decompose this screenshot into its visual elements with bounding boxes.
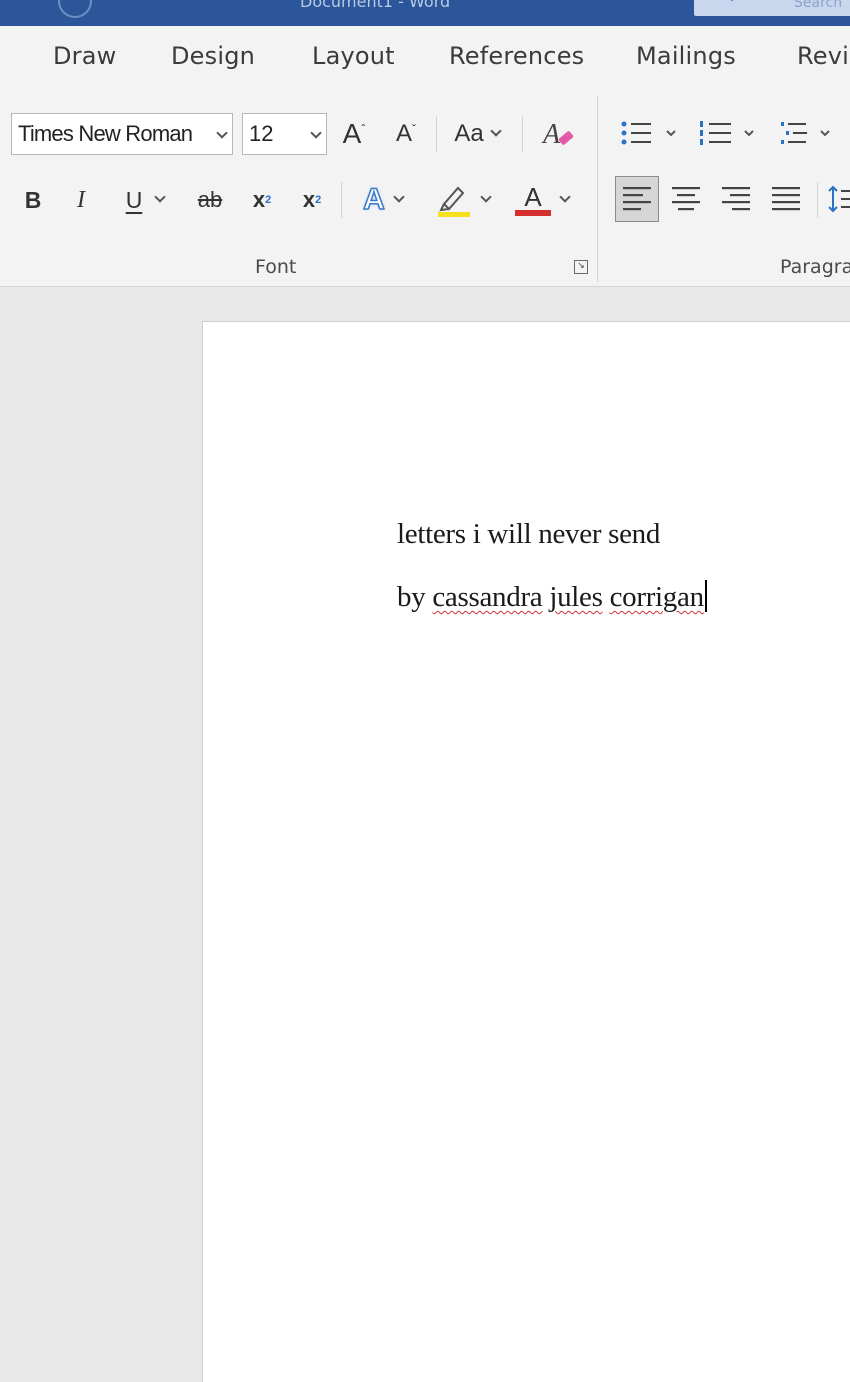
align-right-icon xyxy=(722,187,750,211)
italic-button[interactable]: I xyxy=(64,180,98,220)
bullets-button[interactable] xyxy=(618,114,682,154)
group-divider xyxy=(597,96,598,282)
grow-font-icon: A xyxy=(342,118,362,149)
grow-font-button[interactable]: Aˆ xyxy=(336,114,372,154)
search-label: Search xyxy=(794,0,843,11)
chevron-down-icon xyxy=(559,191,571,203)
align-center-button[interactable] xyxy=(666,176,706,222)
document-title-text: letters i will never send xyxy=(397,518,661,550)
separator xyxy=(817,182,818,218)
clear-formatting-button[interactable]: A xyxy=(536,114,580,154)
paragraph-group-label: Paragra xyxy=(780,256,850,278)
numbering-button[interactable] xyxy=(696,114,760,154)
underline-button[interactable]: U xyxy=(112,180,178,220)
text-effects-icon: A xyxy=(362,182,385,217)
subscript-marker: 2 xyxy=(265,194,272,206)
bold-icon: B xyxy=(24,186,42,213)
multilevel-list-icon xyxy=(781,122,830,144)
search-box[interactable]: Search xyxy=(694,0,850,16)
document-line-author[interactable]: by cassandra jules corrigan xyxy=(397,580,707,614)
separator xyxy=(341,182,342,218)
font-name-value: Times New Roman xyxy=(18,121,193,146)
chevron-down-icon xyxy=(216,127,228,139)
font-name-dropdown[interactable]: Times New Roman xyxy=(11,113,233,155)
align-right-button[interactable] xyxy=(716,176,756,222)
tab-mailings[interactable]: Mailings xyxy=(636,42,736,70)
search-icon xyxy=(730,0,740,2)
font-size-dropdown[interactable]: 12 xyxy=(242,113,327,155)
justify-icon xyxy=(772,187,800,211)
font-size-value: 12 xyxy=(249,121,274,146)
bold-button[interactable]: B xyxy=(16,180,50,220)
superscript-icon: x xyxy=(302,187,316,212)
document-title: Document1 - Word xyxy=(300,0,451,11)
tab-review[interactable]: Revi xyxy=(797,42,849,70)
chevron-down-icon xyxy=(393,191,405,203)
subscript-button[interactable]: x2 xyxy=(244,180,280,220)
font-color-letter: A xyxy=(524,182,542,212)
line-spacing-button[interactable] xyxy=(826,176,850,222)
tab-references[interactable]: References xyxy=(449,42,584,70)
ribbon-tabs: Draw Design Layout References Mailings R… xyxy=(0,26,850,92)
clear-formatting-icon: A xyxy=(541,119,574,150)
highlight-button[interactable] xyxy=(428,180,496,220)
separator xyxy=(522,116,523,152)
superscript-button[interactable]: x2 xyxy=(294,180,330,220)
document-page[interactable]: letters i will never send by cassandra j… xyxy=(202,321,850,1382)
font-group-label: Font xyxy=(255,256,297,278)
chevron-down-icon xyxy=(310,127,322,139)
chevron-down-icon xyxy=(490,125,502,137)
font-color-icon: A xyxy=(515,184,551,216)
chevron-down-icon xyxy=(154,191,166,203)
bullets-icon xyxy=(621,121,676,145)
font-color-button[interactable]: A xyxy=(508,180,576,220)
font-color-swatch xyxy=(515,210,551,216)
author-prefix: by xyxy=(397,581,433,613)
account-icon[interactable] xyxy=(58,0,92,18)
align-center-icon xyxy=(672,187,700,211)
italic-icon: I xyxy=(77,186,85,213)
align-left-button[interactable] xyxy=(615,176,659,222)
change-case-icon: Aa xyxy=(454,120,484,147)
separator xyxy=(436,116,437,152)
tab-layout[interactable]: Layout xyxy=(312,42,395,70)
spelling-flagged-word[interactable]: corrigan xyxy=(610,581,705,613)
justify-button[interactable] xyxy=(766,176,806,222)
document-canvas: letters i will never send by cassandra j… xyxy=(0,287,850,1382)
highlighter-icon xyxy=(438,186,470,217)
ribbon: Times New Roman 12 Aˆ Aˇ Aa A B I U ab x… xyxy=(0,92,850,287)
spelling-flagged-word[interactable]: cassandra xyxy=(432,581,542,613)
multilevel-list-button[interactable] xyxy=(776,114,840,154)
caret-down-icon: ˇ xyxy=(412,122,416,136)
tab-draw[interactable]: Draw xyxy=(53,42,116,70)
change-case-button[interactable]: Aa xyxy=(446,114,508,154)
caret-up-icon: ˆ xyxy=(361,122,366,136)
title-bar: Document1 - Word Search xyxy=(0,0,850,26)
strikethrough-icon: ab xyxy=(197,187,223,212)
align-left-icon xyxy=(623,187,651,211)
strikethrough-button[interactable]: ab xyxy=(190,180,230,220)
svg-text:A: A xyxy=(541,119,561,150)
superscript-marker: 2 xyxy=(315,194,322,206)
numbering-icon xyxy=(700,121,754,145)
chevron-down-icon xyxy=(480,191,492,203)
line-spacing-icon xyxy=(828,185,850,213)
text-effects-button[interactable]: A xyxy=(352,180,414,220)
text-cursor xyxy=(704,580,707,612)
shrink-font-button[interactable]: Aˇ xyxy=(388,114,424,154)
spelling-flagged-word[interactable]: jules xyxy=(549,581,603,613)
underline-icon: U xyxy=(125,186,143,213)
subscript-icon: x xyxy=(252,187,266,212)
tab-design[interactable]: Design xyxy=(171,42,255,70)
dialog-launcher-icon[interactable]: ↘ xyxy=(574,260,588,274)
document-line-title[interactable]: letters i will never send xyxy=(397,518,660,551)
shrink-font-icon: A xyxy=(395,120,412,147)
